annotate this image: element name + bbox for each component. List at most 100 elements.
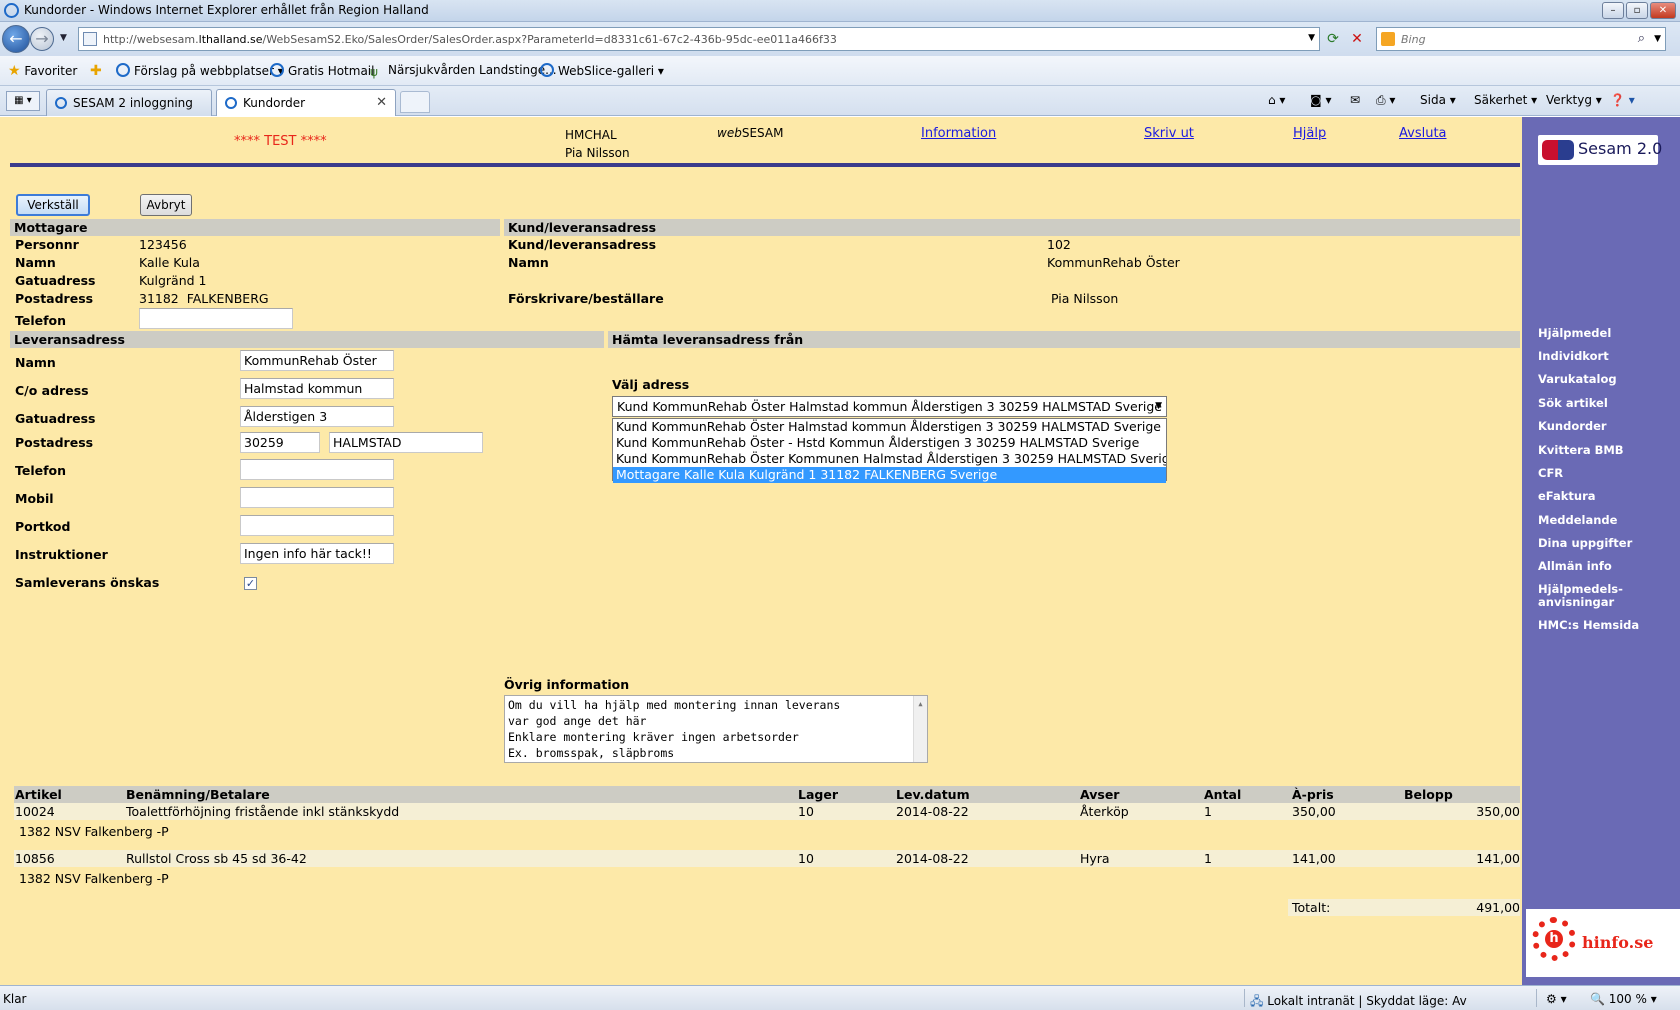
delivery-instructions-input[interactable]: Ingen info här tack!!	[240, 543, 394, 564]
delivery-street-input[interactable]: Ålderstigen 3	[240, 406, 394, 427]
recipient-phone-input[interactable]	[139, 308, 293, 329]
row-amount: 141,00	[1476, 851, 1520, 866]
delivery-phone-input[interactable]	[240, 459, 394, 480]
quick-tabs-icon[interactable]: ▦ ▾	[6, 91, 40, 111]
table-row: 10024 Toalettförhöjning fristående inkl …	[14, 803, 1520, 820]
address-option[interactable]: Kund KommunRehab Öster Halmstad kommun Å…	[613, 419, 1166, 435]
delivery-city-input[interactable]: HALMSTAD	[329, 432, 483, 453]
sidebar-item[interactable]: Kundorder	[1538, 420, 1607, 433]
total-row: Totalt: 491,00	[1288, 899, 1520, 916]
row-article: 10024	[15, 804, 55, 819]
minimize-button[interactable]: –	[1602, 2, 1624, 19]
sidebar-item[interactable]: Varukatalog	[1538, 373, 1617, 386]
delivery-name-input[interactable]: KommunRehab Öster	[240, 350, 394, 371]
sidebar-item[interactable]: Individkort	[1538, 350, 1609, 363]
apply-button[interactable]: Verkställ	[16, 194, 90, 216]
row-date: 2014-08-22	[896, 851, 969, 866]
address-option[interactable]: Mottagare Kalle Kula Kulgränd 1 31182 FA…	[613, 467, 1166, 483]
print-icon[interactable]: ⎙ ▾	[1376, 93, 1395, 108]
maximize-button[interactable]: ▫	[1626, 2, 1648, 19]
search-dropdown-icon[interactable]: ▼	[1654, 34, 1661, 44]
sidebar-item[interactable]: Hjälpmedel	[1538, 327, 1611, 340]
menu-security[interactable]: Säkerhet ▾	[1474, 93, 1537, 107]
other-info-textarea[interactable]: Om du vill ha hjälp med montering innan …	[504, 695, 928, 763]
prescriber-value: Pia Nilsson	[1051, 291, 1119, 306]
textarea-scrollbar[interactable]: ▲▼	[913, 696, 927, 762]
favorites-button[interactable]: ★ Favoriter	[8, 63, 77, 79]
fav-link-hotmail[interactable]: Gratis Hotmail	[270, 63, 374, 78]
sidebar-item[interactable]: Meddelande	[1538, 514, 1617, 527]
row-qty: 1	[1204, 804, 1212, 819]
tab-close-icon[interactable]: ✕	[376, 95, 387, 110]
delivery-mobile-input[interactable]	[240, 487, 394, 508]
sidebar-item[interactable]: Kvittera BMB	[1538, 444, 1624, 457]
sidebar-item[interactable]: CFR	[1538, 467, 1563, 480]
new-tab-button[interactable]	[400, 91, 430, 113]
sidebar-item[interactable]: eFaktura	[1538, 490, 1596, 503]
add-favorite-icon[interactable]: ✚	[90, 63, 102, 79]
delivery-zip-input[interactable]: 30259	[240, 432, 320, 453]
col-article: Artikel	[15, 787, 62, 802]
sidebar-item[interactable]: HMC:s Hemsida	[1538, 619, 1639, 632]
zoom-control[interactable]: 🔍 100 % ▾	[1590, 992, 1657, 1006]
recipient-heading: Mottagare	[10, 219, 500, 236]
hinfo-logo[interactable]: h hinfo.se	[1526, 909, 1680, 977]
address-options-list[interactable]: Kund KommunRehab Öster Halmstad kommun Å…	[612, 418, 1167, 483]
sesam-logo: Sesam 2.0	[1538, 135, 1662, 165]
address-url[interactable]: http://websesam.lthalland.se/WebSesamS2.…	[103, 33, 837, 46]
fav-link-webslice[interactable]: WebSlice-galleri ▾	[540, 63, 664, 78]
fav-link-suggested[interactable]: Förslag på webbplatser ▾	[116, 63, 284, 78]
hinfo-logo-text: hinfo.se	[1582, 933, 1654, 952]
recipient-name-label: Namn	[15, 255, 56, 270]
test-banner: **** TEST ****	[234, 134, 327, 149]
link-information[interactable]: Information	[921, 126, 996, 141]
sidebar-item[interactable]: Dina uppgifter	[1538, 537, 1632, 550]
tab-icon	[55, 97, 67, 109]
customer-name-value: KommunRehab Öster	[1047, 255, 1180, 270]
user-name: Pia Nilsson	[565, 146, 630, 160]
back-button[interactable]: ←	[2, 25, 30, 53]
address-option[interactable]: Kund KommunRehab Öster - Hstd Kommun Åld…	[613, 435, 1166, 451]
row-type: Hyra	[1080, 851, 1110, 866]
address-dropdown-icon[interactable]: ▼	[1308, 33, 1315, 43]
link-help[interactable]: Hjälp	[1293, 126, 1326, 141]
address-option[interactable]: Kund KommunRehab Öster Kommunen Halmstad…	[613, 451, 1166, 467]
feeds-icon[interactable]: ◙ ▾	[1310, 93, 1331, 107]
combined-delivery-checkbox[interactable]: ✓	[244, 577, 257, 590]
help-icon[interactable]: ❓ ▾	[1610, 93, 1635, 107]
delivery-name-label: Namn	[15, 355, 56, 370]
search-box[interactable]: Bing ⌕ ▼	[1376, 27, 1666, 51]
customer-number-value: 102	[1047, 237, 1071, 252]
total-value: 491,00	[1476, 900, 1520, 915]
tab-kundorder[interactable]: Kundorder ✕	[216, 89, 396, 116]
address-select[interactable]: Kund KommunRehab Öster Halmstad kommun Å…	[612, 396, 1167, 417]
address-bar[interactable]: http://websesam.lthalland.se/WebSesamS2.…	[78, 27, 1320, 51]
search-icon[interactable]: ⌕	[1638, 31, 1645, 46]
stop-icon[interactable]: ✕	[1346, 28, 1368, 50]
cancel-button[interactable]: Avbryt	[140, 194, 192, 216]
refresh-icon[interactable]: ⟳	[1322, 28, 1344, 50]
protected-mode-icon[interactable]: ⚙ ▾	[1546, 992, 1567, 1006]
menu-page[interactable]: Sida ▾	[1420, 93, 1456, 107]
sidebar-item[interactable]: Sök artikel	[1538, 397, 1608, 410]
history-dropdown-icon[interactable]: ▼	[60, 33, 67, 43]
status-separator	[1536, 989, 1537, 1007]
delivery-co-label: C/o adress	[15, 383, 89, 398]
forward-button[interactable]: →	[30, 27, 54, 51]
other-info-text: Om du vill ha hjälp med montering innan …	[508, 698, 841, 760]
sidebar-item[interactable]: Allmän info	[1538, 560, 1612, 573]
close-window-button[interactable]: ✕	[1650, 2, 1676, 19]
home-icon[interactable]: ⌂ ▾	[1268, 93, 1285, 107]
tab-sesam-login[interactable]: SESAM 2 inloggning	[46, 89, 212, 116]
mail-icon[interactable]: ✉	[1350, 93, 1360, 107]
link-print[interactable]: Skriv ut	[1144, 126, 1194, 141]
delivery-co-input[interactable]: Halmstad kommun	[240, 378, 394, 399]
brand-name: webSESAM	[717, 126, 784, 140]
menu-tools[interactable]: Verktyg ▾	[1546, 93, 1602, 107]
chevron-down-icon[interactable]: ▼	[1155, 401, 1162, 411]
fav-link-narsjukvarden[interactable]: ψ Närsjukvården Landstinge...	[370, 63, 557, 79]
delivery-doorcode-input[interactable]	[240, 515, 394, 536]
sidebar-item[interactable]: Hjälpmedels- anvisningar	[1538, 583, 1623, 609]
recipient-name-value: Kalle Kula	[139, 255, 200, 270]
link-logout[interactable]: Avsluta	[1399, 126, 1447, 141]
